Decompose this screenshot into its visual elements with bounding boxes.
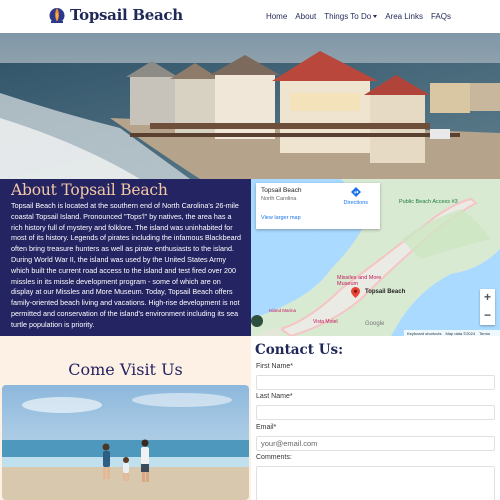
- lighthouse-logo-icon[interactable]: [49, 5, 65, 26]
- comments-field[interactable]: [256, 466, 495, 500]
- directions-icon: [350, 187, 361, 197]
- view-larger-map-link[interactable]: View larger map: [261, 215, 301, 221]
- site-header: Topsail Beach Home About Things To Do Ar…: [0, 0, 500, 33]
- keyboard-shortcuts-link[interactable]: Keyboard shortcuts: [407, 331, 441, 336]
- nav-area-links[interactable]: Area Links: [385, 12, 423, 21]
- map-label-partial[interactable]: Island Marina: [269, 308, 296, 313]
- map-label-town[interactable]: Topsail Beach: [365, 289, 405, 295]
- terms-link[interactable]: Terms: [479, 331, 490, 336]
- map-info-card: Topsail Beach North Carolina View larger…: [256, 183, 380, 229]
- nav-faqs[interactable]: FAQs: [431, 12, 451, 21]
- about-section: About Topsail Beach Topsail Beach is loc…: [0, 179, 251, 336]
- map-label-vista[interactable]: Vista Motel: [313, 319, 338, 325]
- google-logo: Google: [365, 321, 385, 327]
- main-nav: Home About Things To Do Area Links FAQs: [266, 12, 451, 21]
- embedded-map[interactable]: Public Beach Access #3 Missiles and More…: [251, 179, 500, 336]
- zoom-out-button[interactable]: −: [480, 307, 495, 325]
- family-beach-photo: [2, 385, 249, 500]
- map-data-attribution: Map data ©2024: [445, 331, 476, 336]
- contact-section: Contact Us: First Name* Last Name* Email…: [251, 336, 500, 500]
- first-name-field[interactable]: [256, 375, 495, 390]
- visit-section: Come Visit Us: [0, 336, 251, 500]
- about-title: About Topsail Beach: [11, 181, 168, 199]
- nav-about[interactable]: About: [295, 12, 316, 21]
- zoom-in-button[interactable]: +: [480, 289, 495, 307]
- last-name-field[interactable]: [256, 405, 495, 420]
- map-zoom-controls: + −: [480, 289, 495, 325]
- email-label: Email*: [256, 424, 277, 431]
- nav-things-to-do-label: Things To Do: [324, 12, 372, 21]
- nav-things-to-do[interactable]: Things To Do: [324, 12, 378, 21]
- comments-label: Comments:: [256, 454, 292, 461]
- email-field[interactable]: your@email.com: [256, 436, 495, 451]
- site-title[interactable]: Topsail Beach: [70, 6, 183, 24]
- chevron-down-icon: [373, 15, 378, 18]
- visit-title: Come Visit Us: [68, 360, 183, 379]
- hero-beach-houses-image: [0, 33, 500, 179]
- map-label-museum[interactable]: Missiles and More Museum: [337, 275, 381, 287]
- first-name-label: First Name*: [256, 363, 293, 370]
- nav-home[interactable]: Home: [266, 12, 287, 21]
- contact-title: Contact Us:: [255, 342, 344, 358]
- directions-label: Directions: [343, 200, 368, 206]
- about-body: Topsail Beach is located at the southern…: [11, 201, 241, 329]
- location-pin-icon[interactable]: [351, 287, 360, 298]
- directions-button[interactable]: Directions: [344, 187, 368, 206]
- map-label-public-beach[interactable]: Public Beach Access #3: [399, 199, 458, 205]
- last-name-label: Last Name*: [256, 393, 293, 400]
